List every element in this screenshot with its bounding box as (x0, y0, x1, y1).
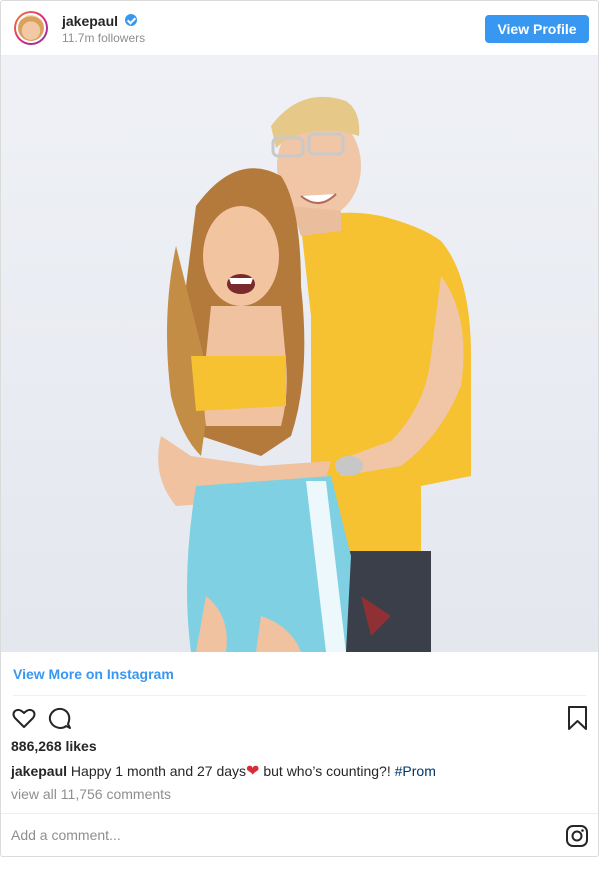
caption-text-continued: but who’s counting?! (259, 763, 395, 779)
divider (13, 695, 586, 696)
like-count[interactable]: 886,268 likes (11, 738, 97, 754)
heart-icon[interactable] (11, 705, 37, 731)
avatar[interactable] (14, 11, 48, 45)
post-photo[interactable] (1, 56, 598, 652)
view-profile-button[interactable]: View Profile (485, 15, 589, 43)
post-header: jakepaul 11.7m followers View Profile (1, 1, 598, 56)
post-caption: jakepaul Happy 1 month and 27 days❤ but … (11, 762, 436, 781)
verified-badge-icon (125, 14, 137, 26)
post-photo-illustration (158, 96, 471, 652)
red-heart-emoji: ❤ (246, 763, 260, 780)
view-all-comments-link[interactable]: view all 11,756 comments (11, 786, 171, 802)
comment-icon[interactable] (47, 705, 73, 731)
username[interactable]: jakepaul (62, 13, 118, 29)
caption-username[interactable]: jakepaul (11, 763, 67, 779)
follower-count: 11.7m followers (62, 31, 146, 45)
instagram-logo-icon[interactable] (565, 824, 589, 848)
view-more-on-instagram-link[interactable]: View More on Instagram (13, 666, 174, 682)
add-comment-field[interactable]: Add a comment... (11, 827, 121, 843)
instagram-embed-card: jakepaul 11.7m followers View Profile Vi… (0, 0, 599, 857)
bookmark-icon[interactable] (565, 705, 591, 731)
hashtag-link[interactable]: #Prom (395, 763, 436, 779)
caption-text: Happy 1 month and 27 days (70, 763, 247, 779)
divider (1, 813, 598, 814)
